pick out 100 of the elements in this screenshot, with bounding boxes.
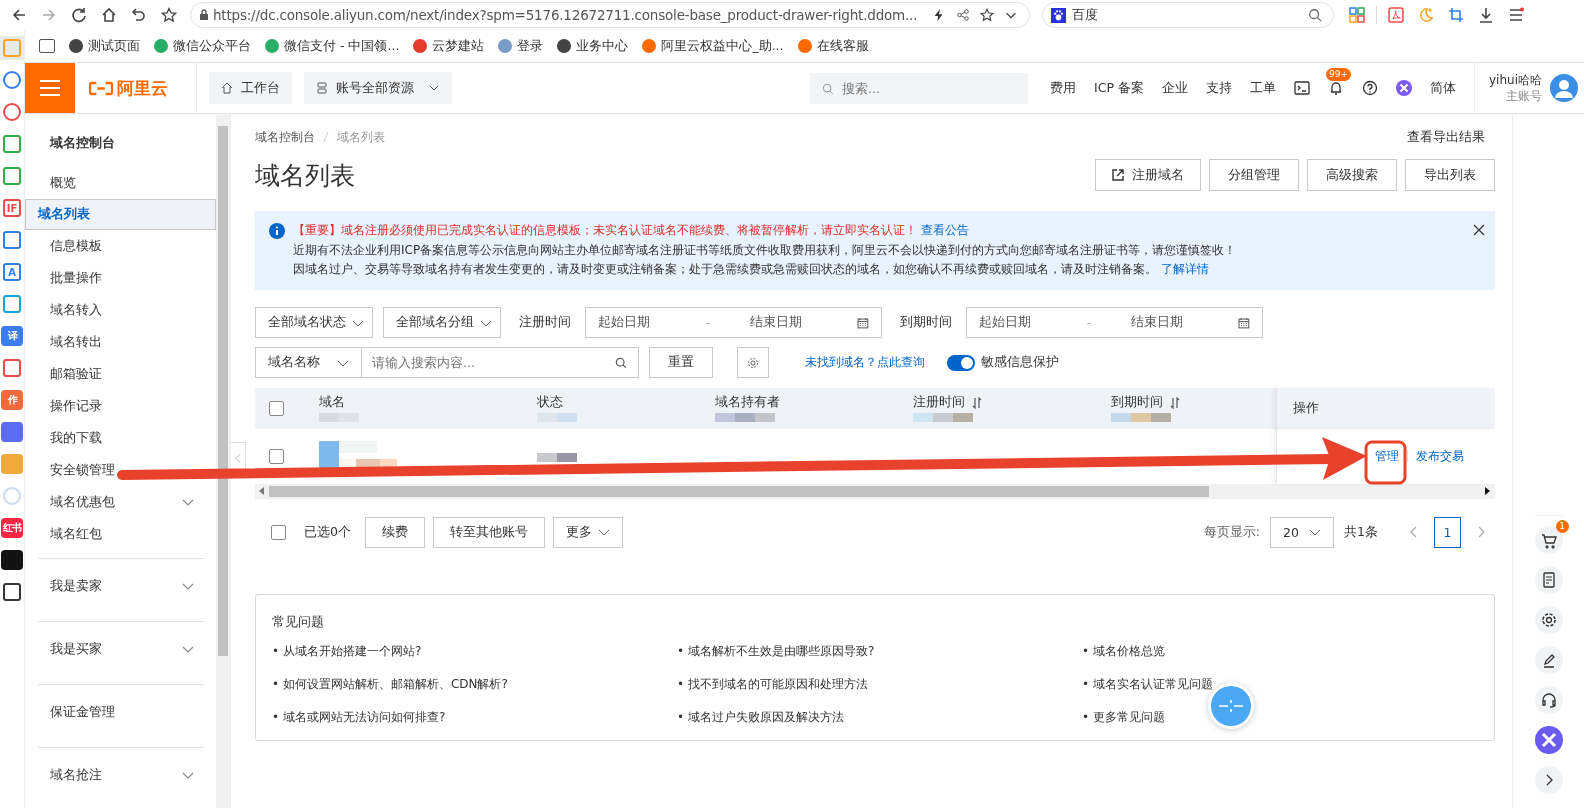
pdf-icon[interactable] [1388, 7, 1404, 23]
checkbox[interactable] [269, 448, 284, 464]
faq-link[interactable]: • 如何设置网站解析、邮箱解析、CDN解析? [272, 675, 677, 693]
sort-icon[interactable] [971, 396, 983, 409]
download-icon[interactable] [1478, 7, 1494, 23]
scroll-left-icon[interactable] [259, 487, 265, 495]
faq-link[interactable]: • 找不到域名的可能原因和处理方法 [677, 675, 1082, 693]
sidebar-item[interactable]: 概览 [25, 167, 216, 199]
breadcrumb-link[interactable]: 域名控制台 [255, 128, 315, 146]
faq-link[interactable]: • 域名过户失败原因及解决方法 [677, 708, 1082, 726]
redbook-app-icon[interactable]: 红书 [1, 518, 23, 538]
resources-dropdown[interactable]: 账号全部资源 [304, 72, 452, 104]
avatar-icon[interactable] [1550, 74, 1578, 102]
nav-link[interactable]: 支持 [1206, 79, 1232, 97]
action-button[interactable]: 高级搜索 [1307, 159, 1397, 191]
sidebar-item[interactable]: 我的下载 [25, 422, 216, 454]
translate-app-icon[interactable]: 译 [1, 326, 23, 346]
page-size-select[interactable]: 20 [1270, 516, 1335, 548]
bookmark-link[interactable]: 微信公众平台 [154, 37, 251, 55]
scan-app-icon[interactable]: A [3, 263, 21, 281]
action-button[interactable]: 分组管理 [1209, 159, 1299, 191]
workbench-button[interactable]: 工作台 [209, 72, 292, 104]
field-select[interactable]: 域名名称 [255, 347, 362, 378]
terminal-icon[interactable] [1294, 80, 1310, 96]
row-action-link[interactable]: 发布交易 [1416, 447, 1464, 465]
notice-link[interactable]: 查看公告 [921, 223, 969, 237]
bookmark-link[interactable]: 业务中心 [557, 37, 629, 55]
help-icon[interactable] [1362, 80, 1378, 96]
calendar-icon[interactable] [857, 316, 869, 329]
status-select[interactable]: 全部域名状态 [255, 307, 373, 338]
forward-icon[interactable] [41, 7, 57, 23]
search-icon[interactable] [615, 357, 627, 369]
faq-link[interactable]: • 域名实名认证常见问题 [1082, 675, 1478, 693]
app-logo-icon[interactable] [1534, 726, 1563, 754]
close-icon[interactable] [1473, 224, 1485, 236]
menu-icon[interactable] [1508, 7, 1524, 23]
bookmark-link[interactable]: 阿里云权益中心_助... [642, 37, 784, 55]
undo-icon[interactable] [131, 7, 147, 23]
sidebar-item[interactable]: 邮箱验证 [25, 358, 216, 390]
checkbox[interactable] [271, 524, 286, 540]
share-icon[interactable] [956, 8, 970, 22]
reset-button[interactable]: 重置 [649, 347, 713, 378]
sidebar-item[interactable]: 批量操作 [25, 262, 216, 294]
nav-link[interactable]: 费用 [1050, 79, 1077, 97]
crop-icon[interactable] [1448, 7, 1464, 23]
sidebar-item[interactable]: 我是卖家 [25, 559, 216, 613]
faq-link[interactable]: • 域名或网站无法访问如何排查? [272, 708, 677, 726]
back-icon[interactable] [11, 7, 27, 23]
sidebar-item[interactable]: 域名红包 [25, 518, 216, 550]
home-icon[interactable] [101, 7, 117, 23]
faq-link[interactable]: • 域名解析不生效是由哪些原因导致? [677, 642, 1082, 660]
sidebar-item[interactable]: 域名优惠包 [25, 486, 216, 518]
search-field[interactable]: 请输入搜索内容... [362, 347, 639, 378]
sidebar-item[interactable]: 域名转出 [25, 326, 216, 358]
next-page-icon[interactable] [1477, 526, 1485, 538]
sidebar-item[interactable]: 域名列表 [25, 199, 216, 230]
faq-link[interactable]: • 从域名开始搭建一个网站? [272, 642, 677, 660]
sort-icon[interactable] [1169, 396, 1181, 409]
star-icon[interactable] [980, 8, 994, 22]
date-range-field[interactable]: 起始日期 - 结束日期 [585, 307, 882, 338]
sidebar-item[interactable]: 操作记录 [25, 390, 216, 422]
sidebar-toggle-icon[interactable] [39, 39, 55, 53]
bell-icon[interactable] [1328, 80, 1344, 96]
bookmark-link[interactable]: 登录 [498, 37, 544, 55]
nav-link[interactable]: 企业 [1162, 79, 1188, 97]
apps-grid-icon[interactable] [1349, 7, 1365, 23]
bookmark-link[interactable]: 云梦建站 [413, 37, 485, 55]
calendar-icon[interactable] [1238, 316, 1250, 329]
sidebar-item[interactable]: 保证金管理 [25, 685, 216, 739]
sidebar-item[interactable]: 信息模板 [25, 230, 216, 262]
sidebar-item[interactable]: 安全锁管理 [25, 454, 216, 486]
bulk-action-button[interactable]: 转至其他账号 [432, 516, 545, 548]
settings-button[interactable] [737, 347, 769, 378]
sidebar-item[interactable]: 域名转入 [25, 294, 216, 326]
chevron-right-icon[interactable] [1534, 766, 1563, 794]
previous-page-icon[interactable] [1410, 526, 1418, 538]
nav-link[interactable]: 工单 [1250, 79, 1276, 97]
group-select[interactable]: 全部域名分组 [383, 307, 501, 338]
page-button[interactable]: 1 [1434, 516, 1461, 548]
privacy-toggle[interactable] [947, 354, 975, 371]
notice-link[interactable]: 了解详情 [1161, 262, 1209, 276]
faq-link[interactable]: • 更多常见问题 [1082, 708, 1478, 726]
export-results-link[interactable]: 查看导出结果 [1407, 128, 1485, 146]
action-button[interactable]: 注册域名 [1095, 159, 1201, 191]
gif-app-icon[interactable]: IF [3, 199, 21, 217]
user-name[interactable]: yihui哈哈 [1489, 72, 1542, 89]
action-button[interactable]: 导出列表 [1405, 159, 1495, 191]
search-icon[interactable] [1308, 8, 1322, 22]
scrollbar-thumb[interactable] [269, 485, 1209, 497]
bookmark-link[interactable]: 微信支付 - 中国领... [265, 37, 400, 55]
bulk-action-button[interactable]: 续费 [364, 516, 425, 548]
nav-link[interactable]: ICP 备案 [1094, 79, 1144, 97]
sidebar-item[interactable]: 域名抢注 [25, 748, 216, 802]
scroll-right-icon[interactable] [1485, 487, 1491, 495]
app-logo-icon[interactable] [1396, 80, 1412, 96]
language-link[interactable]: 简体 [1430, 79, 1456, 97]
headset-icon[interactable] [1534, 686, 1563, 714]
faq-link[interactable]: • 域名价格总览 [1082, 642, 1478, 660]
menu-button[interactable] [25, 63, 75, 113]
search-field[interactable]: 搜索... [810, 72, 1029, 104]
